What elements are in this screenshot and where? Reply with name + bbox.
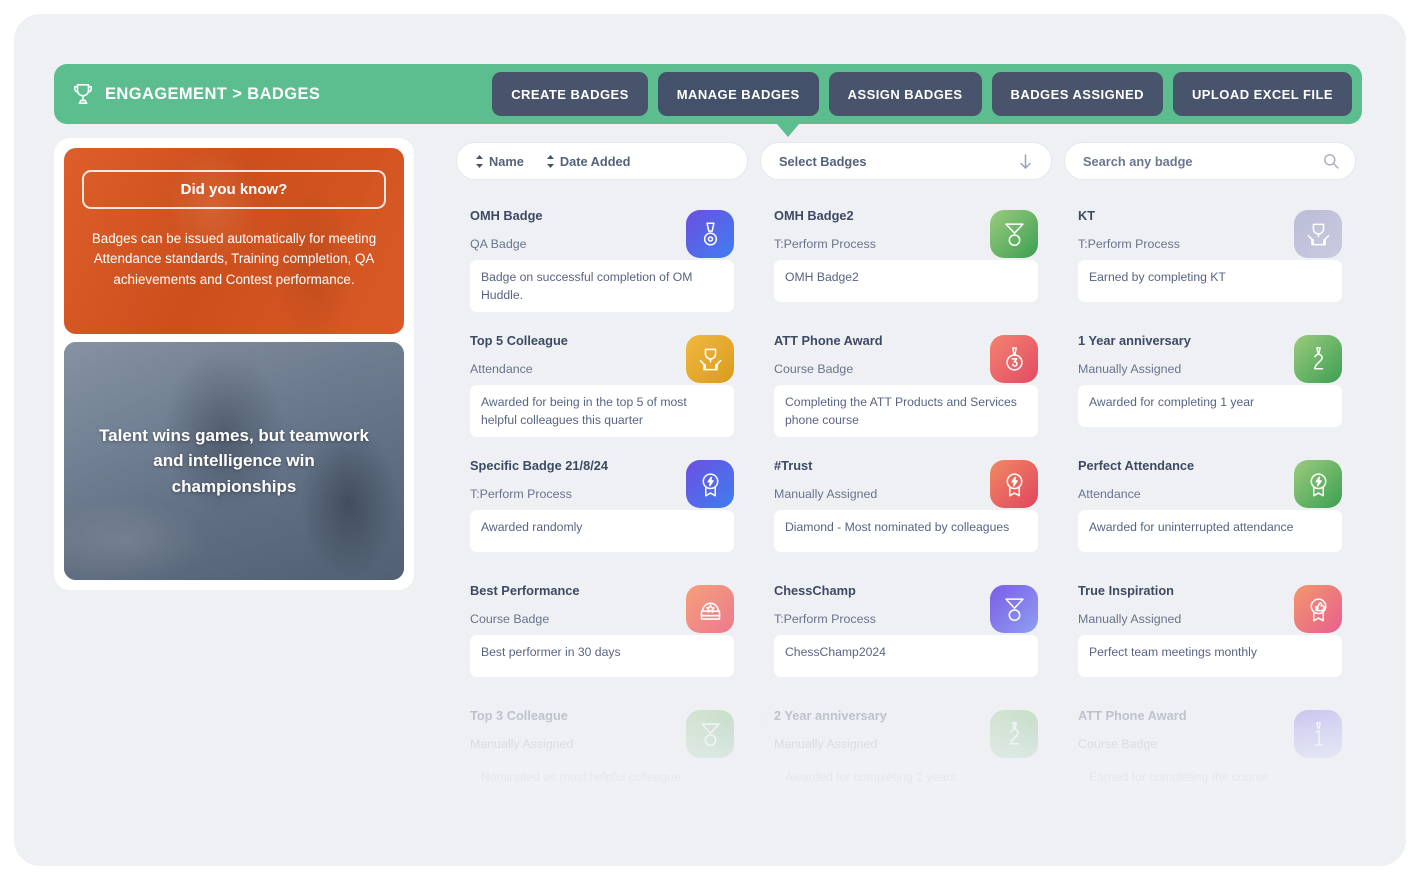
badge-grid: OMH Badge QA Badge Badge on successful com… [438, 196, 1366, 808]
app-frame: ENGAGEMENT > BADGES CREATE BADGES MANAGE… [0, 0, 1420, 880]
number-two-icon [1009, 721, 1019, 744]
badges-panel: Name Date Added Select Badges Search any… [438, 138, 1366, 838]
upload-excel-file-button[interactable]: UPLOAD EXCEL FILE [1172, 72, 1352, 116]
did-you-know-text: Badges can be issued automatically for m… [91, 231, 377, 287]
award-star-icon [700, 602, 720, 620]
sidebar: Did you know? Badges can be issued autom… [54, 138, 414, 590]
badge-card[interactable]: OMH Badge QA Badge Badge on successful com… [456, 196, 748, 313]
search-badge-box[interactable] [1064, 142, 1356, 180]
page-title: ENGAGEMENT > BADGES [105, 84, 321, 103]
badge-card[interactable]: 1 Year anniversary Manually Assigned Award… [1064, 321, 1356, 433]
badge-icon-tile [990, 210, 1038, 258]
badge-description: Completing the ATT Products and Services… [774, 385, 1038, 438]
badge-icon-tile [1294, 460, 1342, 508]
badge-icon-tile [1294, 585, 1342, 633]
badge-card[interactable]: Top 5 Colleague Attendance Awarded for bei… [456, 321, 748, 438]
medal-icon [703, 221, 717, 246]
page-header: ENGAGEMENT > BADGES CREATE BADGES MANAGE… [54, 64, 1362, 124]
badge-card[interactable]: KT T:Perform Process Earned by completing … [1064, 196, 1356, 308]
badges-assigned-button[interactable]: BADGES ASSIGNED [991, 72, 1163, 116]
badge-description: Badge on successful completion of OM Hud… [470, 260, 734, 313]
badge-description: Nominated as most helpful colleague [470, 760, 734, 802]
filter-row: Name Date Added Select Badges [438, 138, 1366, 180]
create-badges-button[interactable]: CREATE BADGES [492, 72, 648, 116]
badge-card[interactable]: ATT Phone Award Course Badge Completing th… [760, 321, 1052, 438]
assign-badges-button[interactable]: ASSIGN BADGES [828, 72, 982, 116]
sort-by-name-button[interactable]: Name [475, 154, 524, 169]
badge-card[interactable]: Top 3 Colleague Manually Assigned Nominate… [456, 696, 748, 808]
badge-description: Awarded for completing 1 year [1078, 385, 1342, 427]
badge-card[interactable]: ATT Phone Award Course Badge Earned for co… [1064, 696, 1356, 808]
badge-description: Diamond - Most nominated by colleagues [774, 510, 1038, 552]
header-actions: CREATE BADGES MANAGE BADGES ASSIGN BADGE… [492, 72, 1352, 116]
badge-icon-tile [1294, 710, 1342, 758]
badge-card[interactable]: 2 Year anniversary Manually Assigned Award… [760, 696, 1052, 808]
badge-description: Perfect team meetings monthly [1078, 635, 1342, 677]
badge-card[interactable]: Specific Badge 21/8/24 T:Perform Process A… [456, 446, 748, 558]
badge-description: Awarded for being in the top 5 of most h… [470, 385, 734, 438]
medal-ribbon-icon [1004, 222, 1024, 246]
search-icon[interactable] [1323, 153, 1339, 169]
badge-card[interactable]: Perfect Attendance Attendance Awarded for … [1064, 446, 1356, 558]
arrow-down-icon [1020, 153, 1031, 169]
badge-icon-tile [686, 460, 734, 508]
award-bolt-icon [1310, 472, 1326, 497]
trophy-hands-icon [699, 348, 721, 370]
number-one-icon [1314, 721, 1323, 746]
badge-icon-tile [990, 335, 1038, 383]
active-tab-caret-icon [777, 124, 799, 137]
app-canvas: ENGAGEMENT > BADGES CREATE BADGES MANAGE… [14, 14, 1406, 866]
award-bolt-icon [1006, 472, 1022, 497]
trophy-icon [73, 84, 93, 104]
badge-description: Best performer in 30 days [470, 635, 734, 677]
did-you-know-label: Did you know? [82, 170, 386, 209]
sort-date-label: Date Added [559, 153, 631, 169]
badge-description: Awarded for uninterrupted attendance [1078, 510, 1342, 552]
badge-card[interactable]: ChessChamp T:Perform Process ChessChamp202… [760, 571, 1052, 683]
badge-icon-tile [990, 585, 1038, 633]
badge-icon-tile [990, 710, 1038, 758]
sort-arrows-icon [476, 154, 483, 168]
sort-arrows-icon [546, 154, 554, 168]
badge-description: Earned by completing KT [1078, 260, 1342, 302]
badge-icon-tile [1294, 335, 1342, 383]
quote-card: Talent wins games, but teamwork and inte… [64, 342, 404, 580]
sort-controls: Name Date Added [456, 142, 748, 180]
badge-icon-tile [686, 710, 734, 758]
sort-name-label: Name [489, 153, 524, 169]
badge-icon-tile [990, 460, 1038, 508]
badge-description: ChessChamp2024 [774, 635, 1038, 677]
quote-text: Talent wins games, but teamwork and inte… [99, 426, 369, 496]
badge-description: OMH Badge2 [774, 260, 1038, 302]
badge-card[interactable]: #Trust Manually Assigned Diamond - Most no… [760, 446, 1052, 558]
medal-three-icon [1005, 346, 1023, 371]
trophy-hands-icon [1307, 223, 1329, 245]
select-badges-label: Select Badges [779, 153, 867, 169]
award-thumb-icon [1310, 597, 1326, 622]
manage-badges-button[interactable]: MANAGE BADGES [657, 72, 819, 116]
badge-description: Awarded for completing 2 years [774, 760, 1038, 802]
medal-ribbon-icon [1004, 597, 1024, 621]
badge-icon-tile [686, 335, 734, 383]
badge-card[interactable]: True Inspiration Manually Assigned Perfect… [1064, 571, 1356, 683]
badge-card[interactable]: OMH Badge2 T:Perform Process OMH Badge2 [760, 196, 1052, 308]
badge-card[interactable]: Best Performance Course Badge Best perform… [456, 571, 748, 683]
select-badges-dropdown[interactable]: Select Badges [760, 142, 1052, 180]
did-you-know-card: Did you know? Badges can be issued autom… [64, 148, 404, 334]
badge-description: Awarded randomly [470, 510, 734, 552]
medal-ribbon-icon [700, 722, 720, 746]
number-two-icon [1313, 346, 1323, 369]
search-input[interactable] [1083, 153, 1303, 169]
breadcrumb: ENGAGEMENT > BADGES [72, 82, 492, 106]
award-bolt-icon [702, 472, 718, 497]
badge-icon-tile [686, 585, 734, 633]
badge-icon-tile [1294, 210, 1342, 258]
badge-icon-tile [686, 210, 734, 258]
badge-description: Earned for completing the course [1078, 760, 1342, 802]
sort-by-date-button[interactable]: Date Added [546, 154, 631, 169]
